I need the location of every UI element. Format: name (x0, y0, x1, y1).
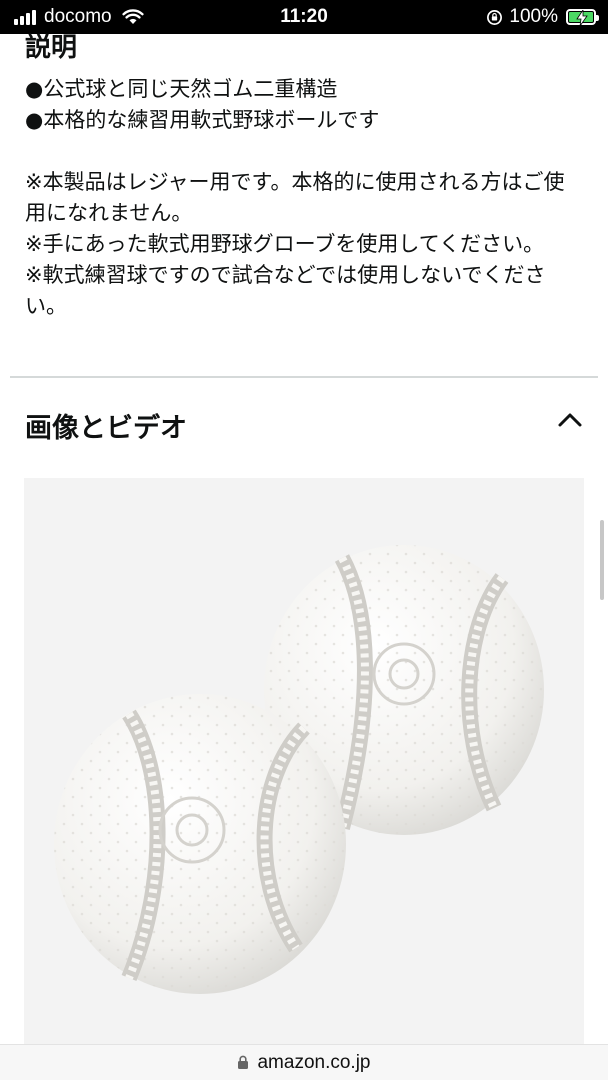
chevron-up-icon[interactable] (557, 410, 583, 430)
battery-icon (566, 9, 599, 26)
status-right: 100% (486, 6, 599, 28)
media-section-title[interactable]: 画像とビデオ (25, 406, 187, 445)
url-domain: amazon.co.jp (257, 1051, 371, 1073)
baseball-pair-image (54, 545, 544, 994)
battery-percent: 100% (509, 6, 558, 27)
description-note: ※手にあった軟式用野球グローブを使用してください。 (25, 232, 545, 256)
charging-bolt-icon (576, 10, 588, 26)
baseball-front (54, 694, 346, 994)
status-bar: docomo 11:20 100% (0, 0, 608, 34)
description-note: ※本製品はレジャー用です。本格的に使用される方はご使用になれません。 (25, 170, 565, 225)
product-image[interactable] (24, 478, 584, 1078)
description-bullet: ●本格的な練習用軟式野球ボールです (25, 108, 380, 132)
url-bar[interactable]: amazon.co.jp (0, 1044, 608, 1080)
section-divider (10, 376, 598, 378)
rotation-lock-icon (487, 9, 503, 25)
description-heading: 説明 (25, 33, 78, 63)
description-note: ※軟式練習球ですので試合などでは使用しないでください。 (25, 263, 546, 318)
description-body: ●公式球と同じ天然ゴム二重構造 ●本格的な練習用軟式野球ボールです ※本製品はレ… (25, 74, 585, 322)
description-bullet: ●公式球と同じ天然ゴム二重構造 (25, 77, 338, 101)
scrollbar[interactable] (600, 520, 604, 600)
lock-icon (238, 1055, 249, 1069)
